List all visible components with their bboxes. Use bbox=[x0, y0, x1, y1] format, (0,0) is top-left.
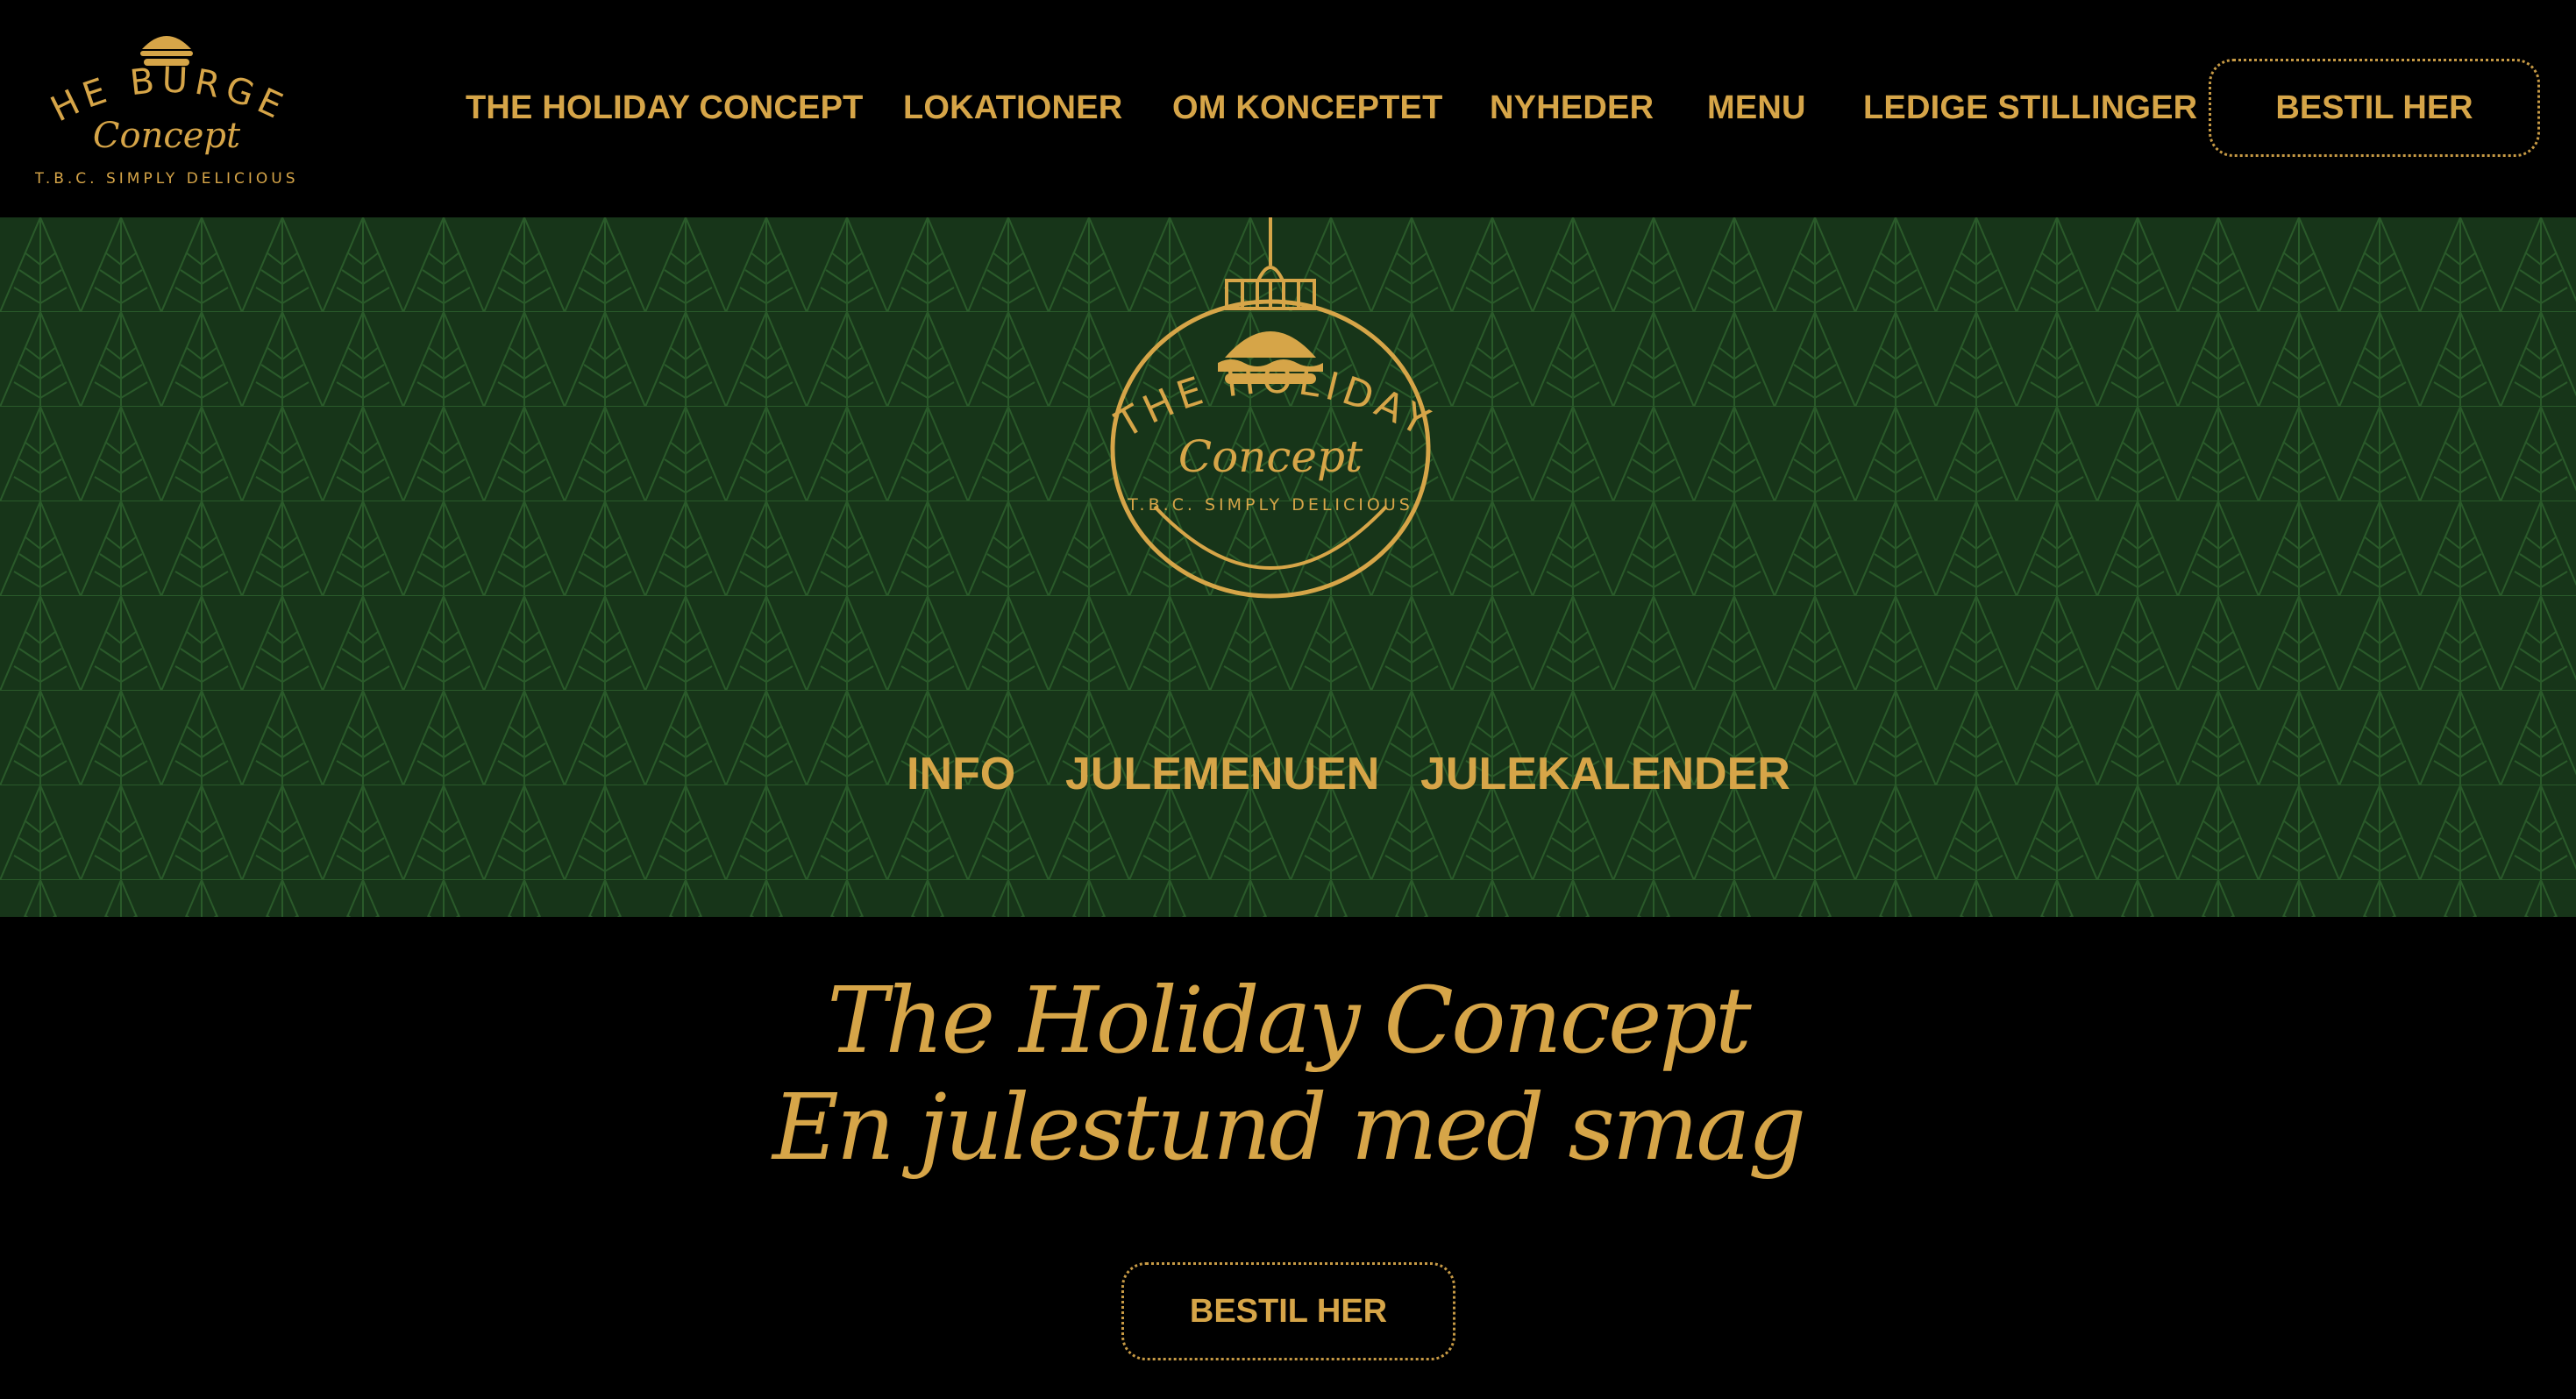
holiday-subnav: INFO JULEMENUEN JULEKALENDER bbox=[0, 743, 2576, 805]
main-nav: THE HOLIDAY CONCEPT LOKATIONER OM KONCEP… bbox=[0, 0, 2576, 217]
nav-item-menu[interactable]: MENU bbox=[1707, 86, 1806, 130]
nav-item-lokationer[interactable]: LOKATIONER bbox=[903, 86, 1122, 130]
nav-item-holiday-concept[interactable]: THE HOLIDAY CONCEPT bbox=[466, 86, 864, 130]
ornament-graphic: THE HOLIDAY Concept T.B.C. SIMPLY DELICI… bbox=[1107, 217, 1435, 599]
nav-item-om-konceptet[interactable]: OM KONCEPTET bbox=[1172, 86, 1443, 130]
holiday-ornament-logo: THE HOLIDAY Concept T.B.C. SIMPLY DELICI… bbox=[1104, 217, 1437, 603]
page-subtitle: En julestund med smag bbox=[772, 1074, 1806, 1181]
subnav-item-julemenuen[interactable]: JULEMENUEN bbox=[1065, 743, 1379, 805]
holiday-hero-banner: THE HOLIDAY Concept T.B.C. SIMPLY DELICI… bbox=[0, 217, 2576, 917]
ornament-line3: T.B.C. SIMPLY DELICIOUS bbox=[1127, 495, 1413, 515]
order-button-main[interactable]: BESTIL HER bbox=[1121, 1262, 1455, 1360]
site-header: THE BURGER Concept T.B.C. SIMPLY DELICIO… bbox=[0, 0, 2576, 217]
subnav-item-info[interactable]: INFO bbox=[907, 743, 1015, 805]
nav-item-nyheder[interactable]: NYHEDER bbox=[1490, 86, 1654, 130]
order-button-header[interactable]: BESTIL HER bbox=[2209, 59, 2540, 157]
ornament-line2: Concept bbox=[1178, 431, 1363, 482]
page-title: The Holiday Concept bbox=[827, 967, 1752, 1074]
subnav-item-julekalender[interactable]: JULEKALENDER bbox=[1420, 743, 1790, 805]
nav-item-ledige-stillinger[interactable]: LEDIGE STILLINGER bbox=[1863, 86, 2197, 130]
